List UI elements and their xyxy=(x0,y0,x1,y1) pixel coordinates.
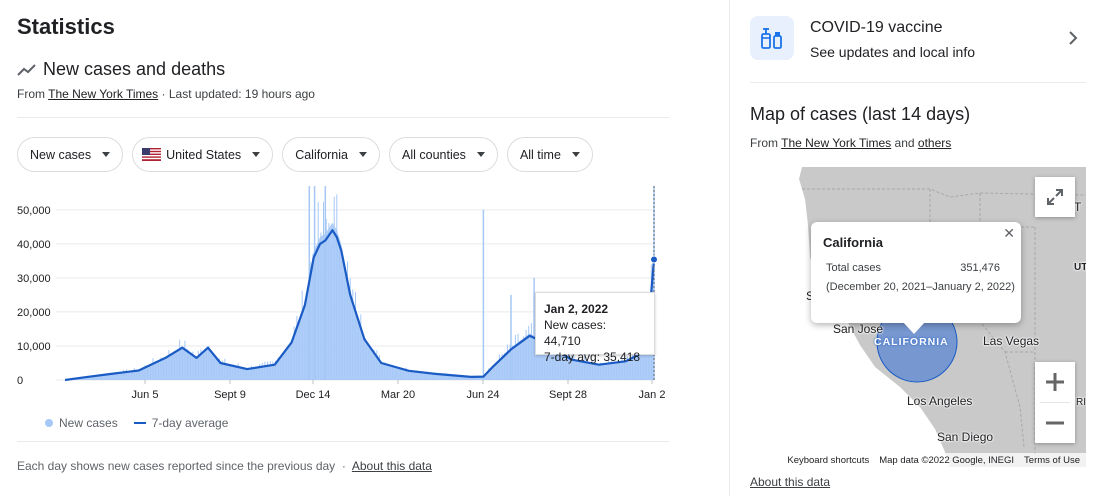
los-angeles-label: Los Angeles xyxy=(907,394,973,408)
metric-dropdown-label: New cases xyxy=(30,147,92,162)
last-updated: · Last updated: 19 hours ago xyxy=(161,87,315,101)
avg-legend-swatch xyxy=(133,422,146,424)
x-tick-label: Sept 28 xyxy=(549,389,587,401)
time-range-dropdown-label: All time xyxy=(519,147,561,162)
section-title: New cases and deaths xyxy=(17,59,225,80)
x-tick-label: Jan 2 xyxy=(639,389,666,401)
zoom-out-button[interactable] xyxy=(1035,403,1075,443)
keyboard-shortcuts-link[interactable]: Keyboard shortcuts xyxy=(787,455,869,466)
popup-total-value: 351,476 xyxy=(960,262,1000,274)
popup-total-label: Total cases xyxy=(826,262,882,274)
divider xyxy=(750,82,1086,83)
page-title: Statistics xyxy=(17,14,115,39)
y-tick-label: 20,000 xyxy=(17,307,51,319)
map-label-t: T xyxy=(1074,200,1082,214)
dropdown-arrow-icon xyxy=(359,152,367,157)
side-panel: COVID-19 vaccine See updates and local i… xyxy=(750,0,1086,496)
country-dropdown-label: United States xyxy=(166,147,242,162)
cases-map[interactable]: CALIFORNIA San Jose Las Vegas Los Angele… xyxy=(750,167,1086,467)
chart-tooltip: Jan 2, 2022 New cases: 44,710 7-day avg:… xyxy=(535,292,655,364)
tooltip-date: Jan 2, 2022 xyxy=(544,302,609,316)
popup-date-range: (December 20, 2021–January 2, 2022) xyxy=(826,281,1015,293)
map-about-link[interactable]: About this data xyxy=(750,475,830,489)
map-title: Map of cases (last 14 days) xyxy=(750,104,971,124)
hover-point xyxy=(650,255,658,264)
close-icon[interactable]: ✕ xyxy=(1003,225,1015,242)
y-tick-label: 50,000 xyxy=(17,205,51,217)
zoom-controls xyxy=(1035,362,1075,443)
vaccine-subtitle: See updates and local info xyxy=(810,44,976,60)
time-range-dropdown[interactable]: All time xyxy=(506,137,593,172)
map-source-prefix: From xyxy=(750,136,778,150)
source-prefix: From xyxy=(17,87,45,101)
country-dropdown[interactable]: United States xyxy=(132,137,274,172)
others-link[interactable]: others xyxy=(918,136,951,150)
legend-avg: 7-day average xyxy=(151,416,229,430)
about-data-link[interactable]: About this data xyxy=(352,459,432,473)
footnote-separator: · xyxy=(341,459,346,473)
filter-bar: New cases United States California All c… xyxy=(17,137,593,172)
y-tick-label: 40,000 xyxy=(17,239,51,251)
dropdown-arrow-icon xyxy=(102,152,111,157)
map-data-credit: Map data ©2022 Google, INEGI xyxy=(879,454,1015,466)
map-nyt-link[interactable]: The New York Times xyxy=(781,136,891,150)
divider xyxy=(17,117,669,118)
state-dropdown[interactable]: California xyxy=(282,137,380,172)
x-tick-label: Jun 24 xyxy=(466,389,499,401)
tooltip-new-cases: New cases: 44,710 xyxy=(544,318,607,348)
fullscreen-icon xyxy=(1047,189,1063,205)
map-source-and: and xyxy=(894,136,915,150)
y-tick-label: 0 xyxy=(17,375,23,387)
tooltip-avg: 7-day avg: 35,418 xyxy=(544,350,641,364)
footnote-text: Each day shows new cases reported since … xyxy=(17,459,336,473)
zoom-in-button[interactable] xyxy=(1035,362,1075,402)
dropdown-arrow-icon xyxy=(252,152,261,157)
us-flag-icon xyxy=(142,148,162,161)
map-label-ri: RI xyxy=(1076,397,1086,408)
vaccine-title: COVID-19 vaccine xyxy=(810,19,943,36)
trending-icon xyxy=(17,63,36,76)
x-tick-label: Mar 20 xyxy=(381,389,415,401)
california-map-label: CALIFORNIA xyxy=(874,336,949,348)
dropdown-arrow-icon xyxy=(476,152,485,157)
popup-title: California xyxy=(823,235,883,250)
y-tick-label: 30,000 xyxy=(17,273,51,285)
fullscreen-button[interactable] xyxy=(1035,177,1075,217)
new-cases-legend-swatch xyxy=(45,419,53,427)
chart-legend: New cases 7-day average xyxy=(45,416,228,430)
footnote: Each day shows new cases reported since … xyxy=(17,459,432,473)
san-jose-label: San Jose xyxy=(833,322,884,336)
state-dropdown-label: California xyxy=(295,147,348,162)
metric-dropdown[interactable]: New cases xyxy=(17,137,124,172)
source-line: From The New York Times · Last updated: … xyxy=(17,87,315,101)
minus-icon xyxy=(1046,421,1064,425)
legend-new-cases: New cases xyxy=(59,416,118,430)
las-vegas-label: Las Vegas xyxy=(983,334,1040,348)
san-diego-label: San Diego xyxy=(937,430,994,444)
map-source: From The New York Times and others xyxy=(750,136,951,150)
x-tick-label: Dec 14 xyxy=(296,389,331,401)
map-info-popup: California ✕ Total cases 351,476 (Decemb… xyxy=(811,222,1021,334)
map-attribution: Keyboard shortcuts Map data ©2022 Google… xyxy=(771,453,1086,467)
terms-link[interactable]: Terms of Use xyxy=(1024,455,1080,466)
plus-icon xyxy=(1046,373,1064,391)
county-dropdown[interactable]: All counties xyxy=(389,137,498,172)
section-title-text: New cases and deaths xyxy=(43,59,226,79)
statistics-panel: Statistics New cases and deaths From The… xyxy=(0,0,700,496)
county-dropdown-label: All counties xyxy=(402,147,466,162)
dropdown-arrow-icon xyxy=(571,152,580,157)
x-tick-label: Sept 9 xyxy=(214,389,246,401)
chevron-right-icon xyxy=(1069,31,1078,45)
divider xyxy=(17,441,669,442)
y-tick-label: 10,000 xyxy=(17,341,51,353)
column-divider xyxy=(729,0,730,496)
nyt-link[interactable]: The New York Times xyxy=(48,87,158,101)
vaccine-icon xyxy=(750,16,794,60)
map-label-ut: UT xyxy=(1074,262,1086,273)
x-tick-label: Jun 5 xyxy=(132,389,159,401)
vaccine-card[interactable]: COVID-19 vaccine See updates and local i… xyxy=(750,16,1086,62)
